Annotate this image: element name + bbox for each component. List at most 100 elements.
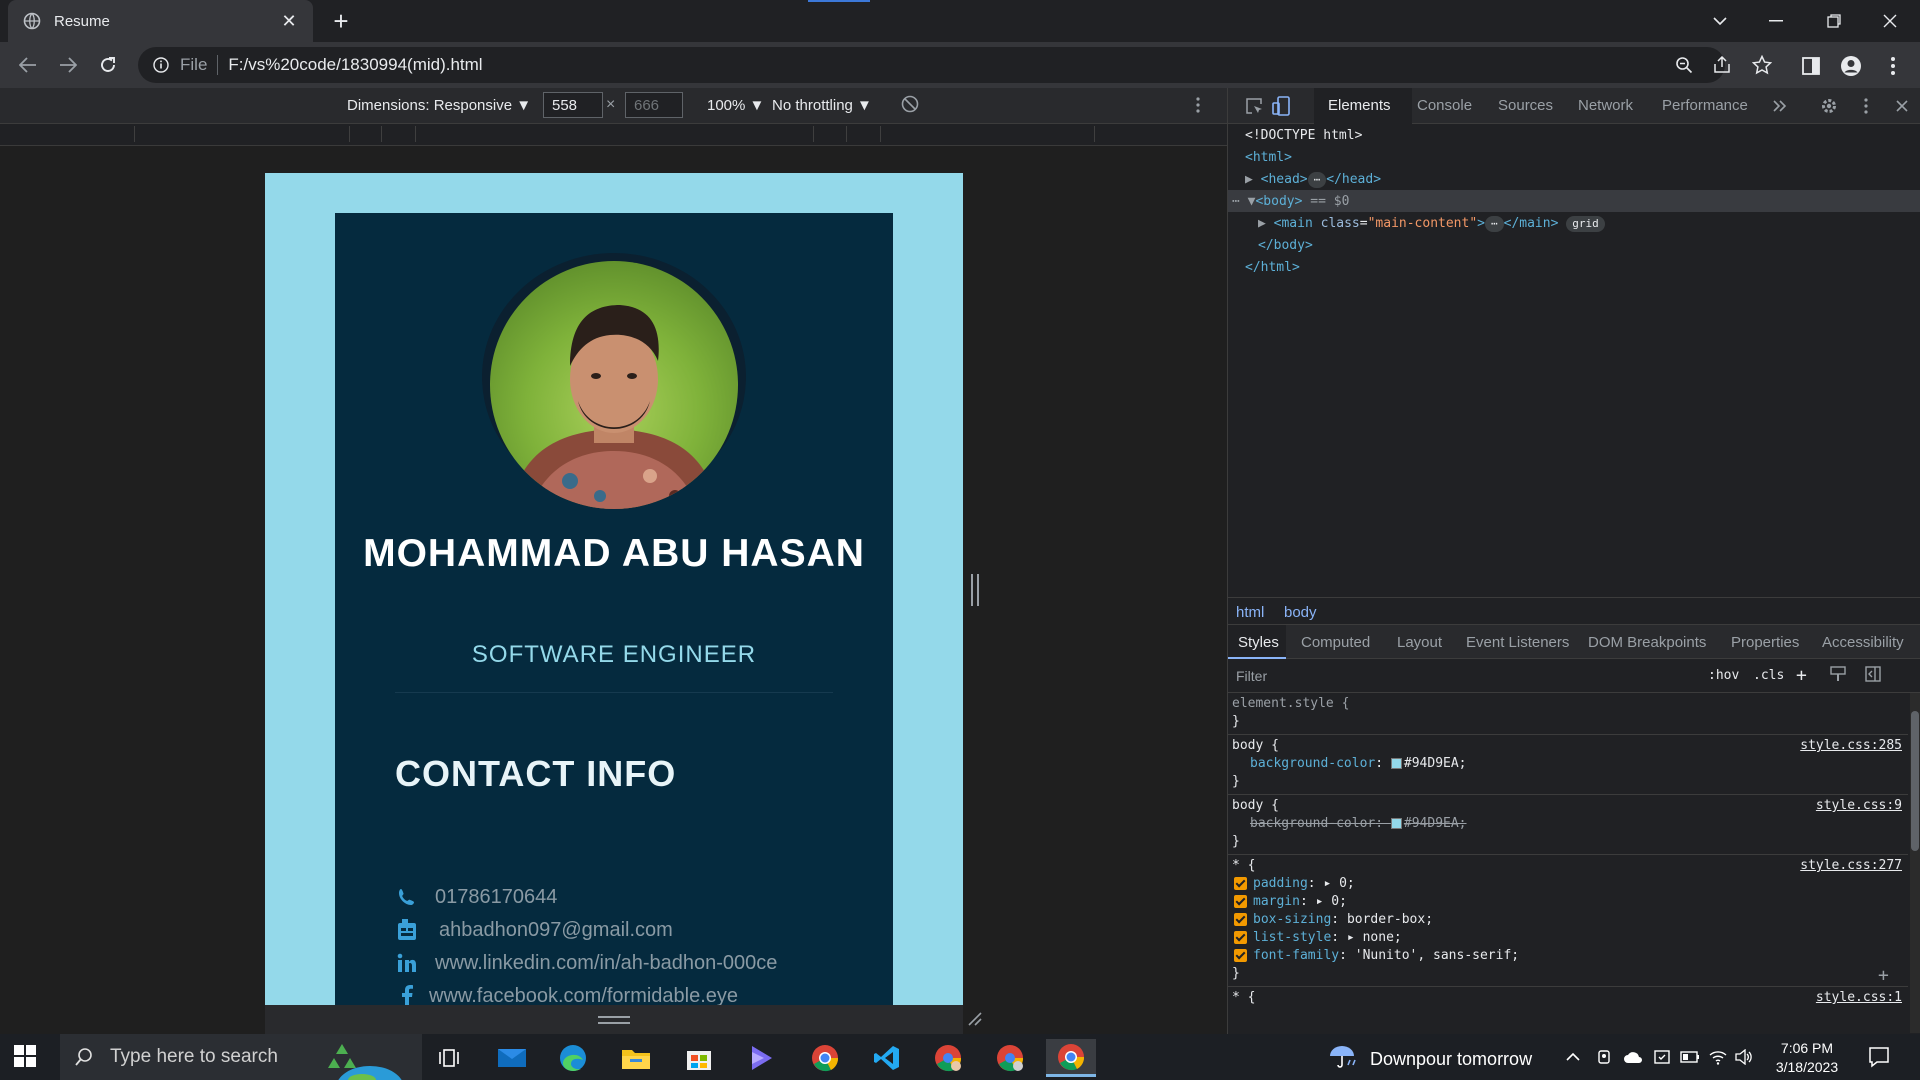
profile-avatar-icon[interactable] (1838, 53, 1864, 79)
dom-body[interactable]: ⋯ ▼<body> == $0 (1232, 192, 1349, 212)
source-link[interactable]: style.css:9 (1816, 797, 1902, 815)
windows-start-icon[interactable] (14, 1045, 38, 1069)
dimensions-dropdown[interactable]: Dimensions: Responsive ▼ (347, 97, 531, 114)
taskbar-search[interactable]: Type here to search (60, 1034, 422, 1080)
universal-rule-selector[interactable]: * { (1232, 989, 1255, 1007)
reload-button[interactable] (94, 51, 122, 79)
toggle-sidebar-icon[interactable] (1865, 666, 1881, 686)
inspect-element-icon[interactable] (1242, 94, 1266, 118)
more-options-icon[interactable] (1195, 96, 1215, 116)
source-link[interactable]: style.css:277 (1800, 857, 1902, 875)
battery-icon[interactable] (1680, 1047, 1700, 1067)
dom-html-open[interactable]: <html> (1245, 148, 1292, 168)
element-style-selector[interactable]: element.style { (1232, 695, 1349, 713)
dom-head[interactable]: ▶ <head> ⋯ </head> (1245, 170, 1381, 190)
taskbar-clock[interactable]: 7:06 PM 3/18/2023 (1764, 1039, 1850, 1077)
css-declaration[interactable]: margin: ▸ 0; (1234, 893, 1347, 911)
body-rule-selector[interactable]: body { (1232, 737, 1279, 755)
video-editor-icon[interactable] (736, 1039, 786, 1077)
info-icon[interactable] (152, 56, 170, 74)
tab-console[interactable]: Console (1417, 97, 1472, 114)
styles-scrollbar[interactable] (1910, 693, 1920, 1033)
task-view-icon[interactable] (424, 1039, 474, 1077)
resize-corner-icon[interactable] (966, 1010, 982, 1026)
add-rule-icon[interactable]: + (1796, 665, 1807, 686)
close-devtools-icon[interactable] (1890, 94, 1914, 118)
css-declaration[interactable]: font-family: 'Nunito', sans-serif; (1234, 947, 1519, 965)
tab-layout[interactable]: Layout (1397, 634, 1442, 651)
tab-styles[interactable]: Styles (1238, 634, 1279, 651)
tab-properties[interactable]: Properties (1731, 634, 1799, 651)
back-button[interactable] (14, 51, 42, 79)
throttling-dropdown[interactable]: No throttling ▼ (772, 97, 872, 114)
chrome-active-icon[interactable] (1046, 1039, 1096, 1077)
css-declaration[interactable]: background-color: #94D9EA; (1250, 755, 1467, 773)
hov-toggle[interactable]: :hov (1708, 668, 1739, 683)
dom-body-close[interactable]: </body> (1258, 236, 1313, 256)
onedrive-cloud-icon[interactable] (1623, 1047, 1643, 1067)
new-tab-button[interactable]: + (327, 8, 355, 36)
address-bar[interactable]: File F:/vs%20code/1830994(mid).html (138, 47, 1725, 83)
close-window-button[interactable] (1870, 6, 1910, 36)
checkbox[interactable] (1234, 877, 1247, 890)
dom-main[interactable]: ▶ <main class="main-content"> ⋯ </main> gr… (1258, 214, 1605, 234)
dom-doctype[interactable]: <!DOCTYPE html> (1245, 126, 1362, 146)
cls-toggle[interactable]: .cls (1753, 668, 1784, 683)
chrome-icon[interactable] (800, 1039, 850, 1077)
chrome-profile-icon[interactable] (985, 1039, 1035, 1077)
tab-accessibility[interactable]: Accessibility (1822, 634, 1904, 651)
tab-event-listeners[interactable]: Event Listeners (1466, 634, 1569, 651)
devtools-menu-icon[interactable] (1854, 94, 1878, 118)
zoom-icon[interactable] (1672, 53, 1696, 77)
url-text[interactable]: F:/vs%20code/1830994(mid).html (228, 55, 482, 75)
resize-handle-bottom[interactable] (598, 1016, 630, 1024)
volume-icon[interactable] (1734, 1047, 1754, 1067)
dom-html-close[interactable]: </html> (1245, 258, 1300, 278)
rotate-icon[interactable] (900, 94, 924, 118)
css-declaration-overridden[interactable]: background-color: #94D9EA; (1250, 815, 1467, 833)
side-panel-icon[interactable] (1798, 53, 1824, 79)
color-swatch[interactable] (1390, 758, 1402, 769)
color-swatch[interactable] (1390, 818, 1402, 829)
meet-now-icon[interactable] (1594, 1047, 1614, 1067)
tab-performance[interactable]: Performance (1662, 97, 1748, 114)
vscode-icon[interactable] (862, 1039, 912, 1077)
browser-tab[interactable]: Resume ✕ (8, 0, 313, 42)
restore-button[interactable] (1814, 6, 1854, 36)
minimize-button[interactable] (1756, 6, 1796, 36)
tab-network[interactable]: Network (1578, 97, 1633, 114)
checkbox[interactable] (1234, 895, 1247, 908)
settings-gear-icon[interactable] (1817, 94, 1841, 118)
add-property-icon[interactable]: + (1878, 967, 1889, 985)
source-link[interactable]: style.css:285 (1800, 737, 1902, 755)
chrome-profile-icon[interactable] (923, 1039, 973, 1077)
media-query-ruler[interactable] (0, 124, 1227, 146)
width-input[interactable]: 558 (543, 92, 603, 118)
chevron-down-icon[interactable] (1708, 10, 1732, 32)
tab-sources[interactable]: Sources (1498, 97, 1553, 114)
resize-handle-right[interactable] (971, 574, 979, 606)
microsoft-store-icon[interactable] (674, 1039, 724, 1077)
source-link[interactable]: style.css:1 (1816, 989, 1902, 1007)
close-tab-icon[interactable]: ✕ (279, 11, 299, 32)
tab-elements[interactable]: Elements (1328, 97, 1391, 114)
checkbox[interactable] (1234, 931, 1247, 944)
security-icon[interactable] (1652, 1047, 1672, 1067)
css-declaration[interactable]: list-style: ▸ none; (1234, 929, 1402, 947)
breadcrumb-body[interactable]: body (1284, 604, 1317, 621)
checkbox[interactable] (1234, 949, 1247, 962)
bookmark-star-icon[interactable] (1750, 53, 1774, 77)
body-rule-selector[interactable]: body { (1232, 797, 1279, 815)
breadcrumb-html[interactable]: html (1236, 604, 1264, 621)
universal-rule-selector[interactable]: * { (1232, 857, 1255, 875)
share-icon[interactable] (1710, 53, 1734, 77)
wifi-icon[interactable] (1708, 1047, 1728, 1067)
height-input[interactable]: 666 (625, 92, 683, 118)
paint-icon[interactable] (1830, 666, 1846, 686)
tab-dom-breakpoints[interactable]: DOM Breakpoints (1588, 634, 1706, 651)
more-tabs-icon[interactable] (1768, 94, 1792, 118)
edge-browser-icon[interactable] (548, 1039, 598, 1077)
zoom-dropdown[interactable]: 100% ▼ (707, 97, 764, 114)
mail-app-icon[interactable] (487, 1039, 537, 1077)
forward-button[interactable] (54, 51, 82, 79)
